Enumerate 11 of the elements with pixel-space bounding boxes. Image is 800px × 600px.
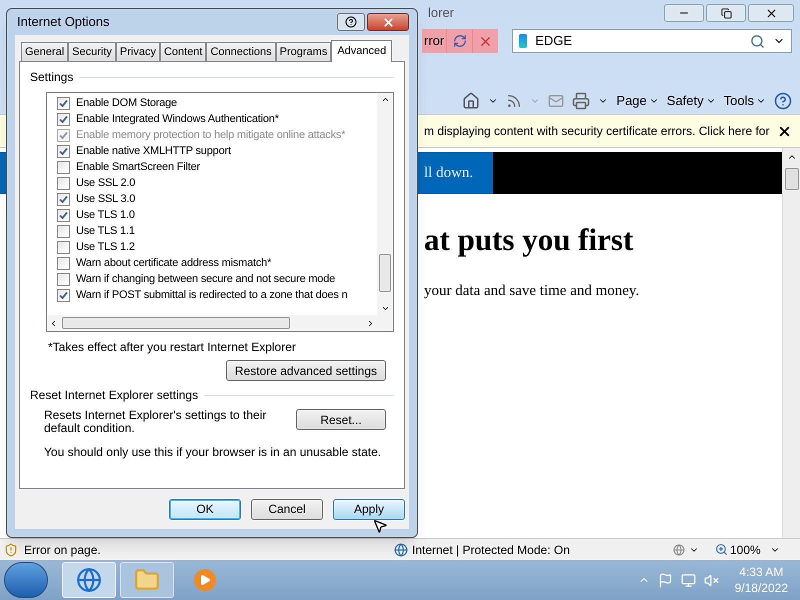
restart-note: *Takes effect after you restart Internet Explorer [48, 339, 297, 356]
warning-text: You should only use this if your browser is in an unusable state. [44, 444, 382, 461]
page-paragraph: your data and save time and money. [424, 282, 640, 301]
group-label: Settings [30, 69, 74, 86]
group-label: Reset Internet Explorer settings [30, 387, 198, 404]
search-value: EDGE [535, 32, 572, 50]
info-bar-text: m displaying content with security certificate errors. Click here for [424, 123, 770, 140]
dialog-title: Internet Options [17, 13, 110, 32]
page-heading: at puts you first [424, 221, 634, 259]
window-title: lorer [428, 4, 454, 22]
reset-description: Resets Internet Explorer's settings to their default condition. [44, 409, 268, 435]
